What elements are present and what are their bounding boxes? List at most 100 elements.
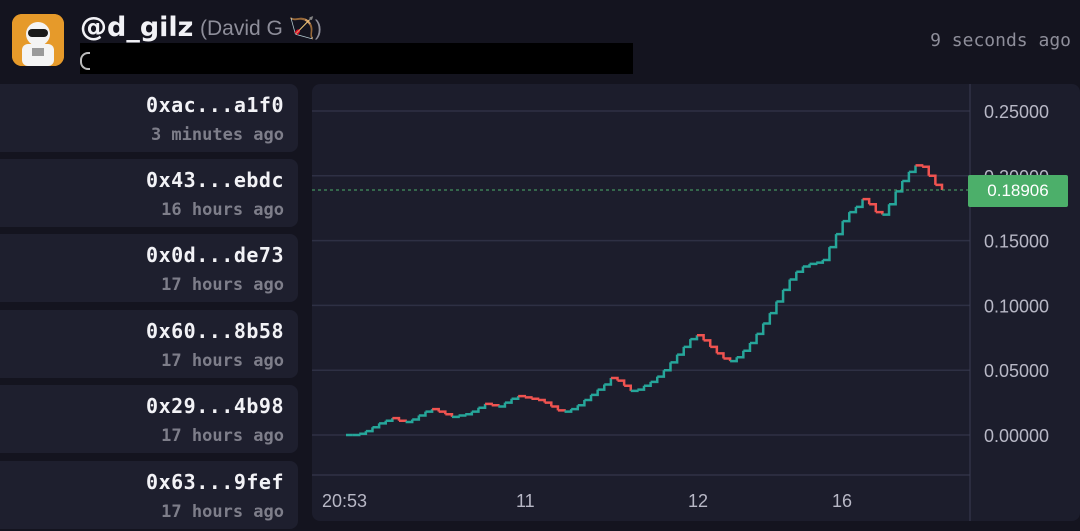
price-step-up <box>584 394 593 402</box>
price-step-up <box>816 260 825 264</box>
transaction-address: 0x60...8b58 <box>146 319 284 343</box>
price-step-down <box>617 379 626 386</box>
user-display-name: (David G 🏹) <box>200 17 322 40</box>
price-step-up <box>478 403 487 410</box>
price-step-down <box>869 203 878 213</box>
price-step-up <box>855 199 864 209</box>
y-tick-label: 0.10000 <box>984 296 1049 316</box>
price-step-up <box>677 346 685 356</box>
price-step-down <box>875 210 884 215</box>
price-step-up <box>683 339 692 349</box>
price-step-up <box>412 415 421 421</box>
price-step-up <box>379 420 387 425</box>
price-step-up <box>577 400 586 407</box>
price-step-down <box>922 165 931 176</box>
price-step-up <box>604 377 613 386</box>
price-step-up <box>763 313 772 325</box>
y-tick-label: 0.15000 <box>984 232 1049 252</box>
x-tick-label: 11 <box>516 491 535 511</box>
price-step-down <box>538 398 546 403</box>
price-step-up <box>458 414 467 417</box>
price-step-up <box>451 415 460 419</box>
transaction-time: 17 hours ago <box>161 351 284 371</box>
price-step-up <box>372 423 381 429</box>
price-step-up <box>571 405 580 411</box>
price-step-up <box>365 427 374 433</box>
price-step-up <box>663 362 672 372</box>
price-step-up <box>670 354 679 364</box>
price-step-down <box>524 396 533 399</box>
transaction-time: 17 hours ago <box>161 502 284 522</box>
price-step-up <box>842 212 851 223</box>
redacted-text-block <box>80 43 633 74</box>
transaction-item[interactable]: 0xac...a1f0 3 minutes ago <box>0 84 298 152</box>
transaction-item[interactable]: 0x43...ebdc 16 hours ago <box>0 159 298 227</box>
price-step-up <box>657 370 666 378</box>
price-step-up <box>822 247 831 262</box>
avatar[interactable] <box>12 14 64 66</box>
user-handle[interactable]: @d_gilz <box>80 12 193 43</box>
current-price-label: 0.18906 <box>987 181 1048 200</box>
price-step-down <box>624 384 633 391</box>
price-step-up <box>836 221 844 236</box>
price-step-up <box>749 333 758 345</box>
transaction-item[interactable]: 0x0d...de73 17 hours ago <box>0 234 298 302</box>
price-step-up <box>796 266 805 273</box>
price-step-up <box>889 191 897 206</box>
price-step-up <box>690 335 699 341</box>
price-step-down <box>915 164 924 167</box>
price-step-up <box>630 389 639 393</box>
post-timestamp: 9 seconds ago <box>930 30 1071 51</box>
price-step-up <box>783 279 791 292</box>
price-step-down <box>935 183 944 191</box>
price-step-up <box>644 381 652 388</box>
transaction-time: 16 hours ago <box>161 200 284 220</box>
transaction-address: 0x43...ebdc <box>146 168 284 192</box>
price-step-up <box>736 350 745 359</box>
price-chart[interactable]: 0.250000.200000.150000.100000.050000.000… <box>312 84 1080 521</box>
price-step-up <box>908 165 917 174</box>
price-step-down <box>518 394 527 398</box>
price-step-down <box>485 402 493 406</box>
price-step-down <box>398 419 407 423</box>
post-header: @d_gilz (David G 🏹) 9 seconds ago <box>0 0 1080 82</box>
price-step-up <box>418 411 427 417</box>
price-step-up <box>650 376 659 384</box>
price-step-up <box>385 418 394 422</box>
price-step-up <box>511 396 520 400</box>
price-step-down <box>438 410 447 415</box>
transaction-item[interactable]: 0x63...9fef 17 hours ago <box>0 461 298 529</box>
transaction-address: 0x29...4b98 <box>146 394 284 418</box>
price-step-down <box>723 357 732 362</box>
price-step-up <box>809 262 818 266</box>
price-step-up <box>802 263 811 268</box>
price-step-up <box>471 407 480 413</box>
price-step-up <box>789 271 798 281</box>
y-tick-label: 0.25000 <box>984 102 1049 122</box>
price-step-up <box>465 411 474 416</box>
price-step-up <box>597 384 606 391</box>
price-step-down <box>531 397 540 401</box>
price-step-down <box>703 339 712 347</box>
price-step-down <box>544 401 553 407</box>
transaction-address: 0x0d...de73 <box>146 243 284 267</box>
transaction-time: 17 hours ago <box>161 426 284 446</box>
price-step-up <box>425 409 434 413</box>
price-step-up <box>591 389 599 397</box>
transaction-address: 0x63...9fef <box>146 470 284 494</box>
price-step-up <box>352 433 361 437</box>
price-step-up <box>769 301 778 315</box>
price-step-up <box>743 342 752 353</box>
price-step-down <box>557 409 566 412</box>
transaction-item[interactable]: 0x29...4b98 17 hours ago <box>0 385 298 453</box>
y-tick-label: 0.05000 <box>984 361 1049 381</box>
price-step-down <box>716 352 725 359</box>
price-step-up <box>359 431 368 435</box>
transaction-item[interactable]: 0x60...8b58 17 hours ago <box>0 310 298 378</box>
astronaut-avatar-icon <box>12 14 64 66</box>
price-chart-panel[interactable]: 0.250000.200000.150000.100000.050000.000… <box>312 84 1080 521</box>
transaction-time: 3 minutes ago <box>150 125 284 145</box>
transaction-time: 17 hours ago <box>161 275 284 295</box>
price-step-up <box>776 289 785 303</box>
x-tick-label: 12 <box>688 491 708 511</box>
